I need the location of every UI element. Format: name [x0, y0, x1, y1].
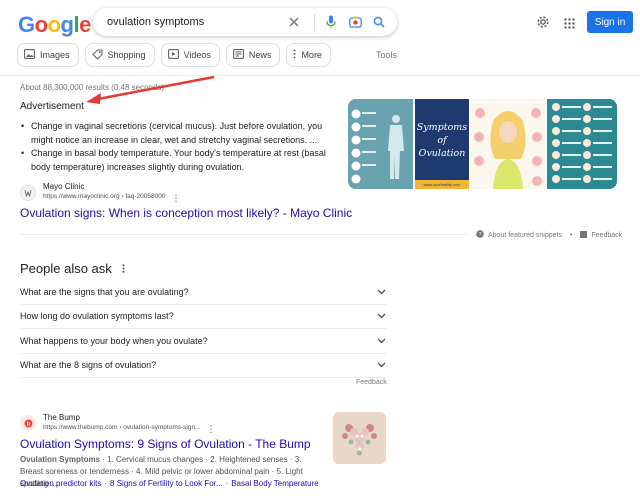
source-url: https://www.mayoclinic.org › faq-2005800…: [43, 193, 166, 200]
snippet-title-link[interactable]: Ovulation signs: When is conception most…: [20, 206, 352, 220]
camera-lens-icon[interactable]: [345, 12, 365, 32]
snippet-bullet: Change in basal body temperature. Your b…: [20, 147, 338, 174]
snippet-bullets: Change in vaginal secretions (cervical m…: [20, 120, 338, 174]
woman-illustration-image[interactable]: [471, 99, 545, 189]
result-stats: About 88,300,000 results (0.48 seconds): [20, 83, 165, 92]
chip-more[interactable]: More: [286, 43, 331, 67]
source-url: https://www.thebump.com › ovulation-symp…: [43, 424, 201, 431]
result-desc-keyword: Ovulation Symptoms: [20, 455, 101, 464]
logo-letter: o: [34, 12, 48, 37]
paa-question-text: What are the signs that you are ovulatin…: [20, 286, 189, 297]
chip-news[interactable]: News: [225, 43, 281, 67]
paa-list: What are the signs that you are ovulatin…: [20, 280, 386, 378]
help-icon: ?: [476, 230, 484, 240]
tag-icon: [91, 48, 103, 62]
search-box[interactable]: ovulation symptoms: [93, 8, 397, 36]
ovulation-infographic-image[interactable]: [348, 99, 413, 189]
sitelink[interactable]: Ovulation predictor kits: [20, 479, 101, 488]
sitelink-separator: ·: [104, 479, 108, 488]
chip-label: More: [301, 50, 322, 60]
news-icon: [232, 49, 244, 61]
snippet-heading: Advertisement: [20, 101, 84, 112]
sitelink[interactable]: Basal Body Temperature: [231, 479, 318, 488]
paa-question-text: What are the 8 signs of ovulation?: [20, 360, 157, 371]
snippet-divider: [20, 234, 467, 235]
sign-in-button[interactable]: Sign in: [587, 11, 633, 33]
logo-letter: e: [79, 12, 91, 37]
chevron-down-icon: [377, 360, 386, 370]
ovulation-signs-chart-image[interactable]: [547, 99, 617, 189]
chip-videos[interactable]: Videos: [160, 43, 220, 67]
chip-label: News: [248, 50, 272, 60]
paa-heading: People also ask: [20, 261, 125, 276]
snippet-feedback-link[interactable]: Feedback: [591, 232, 622, 239]
snippet-source[interactable]: Mayo Clinic https://www.mayoclinic.org ›…: [20, 182, 180, 204]
paa-question[interactable]: What happens to your body when you ovula…: [20, 329, 386, 354]
snippet-footer: ? About featured snippets • Feedback: [476, 230, 622, 240]
apps-grid-icon[interactable]: [564, 16, 575, 34]
chevron-down-icon: [377, 336, 386, 346]
feedback-flag-icon: [580, 230, 588, 240]
chevron-down-icon: [377, 311, 386, 321]
result-sitelinks: Ovulation predictor kits · 8 Signs of Fe…: [20, 479, 319, 488]
paa-title: People also ask: [20, 261, 112, 276]
google-logo[interactable]: Google: [18, 12, 91, 38]
chip-images[interactable]: Images: [17, 43, 79, 67]
result-thumbnail-image[interactable]: [333, 412, 386, 464]
search-input[interactable]: ovulation symptoms: [107, 16, 284, 28]
paa-question-text: What happens to your body when you ovula…: [20, 335, 208, 346]
more-options-icon[interactable]: ⋮: [171, 193, 180, 204]
symptoms-of-ovulation-image[interactable]: Symptoms of Ovulation www.lucefertility.…: [415, 99, 469, 189]
paa-feedback-link[interactable]: Feedback: [356, 379, 387, 386]
search-divider: [314, 14, 315, 30]
paa-question[interactable]: What are the signs that you are ovulatin…: [20, 280, 386, 305]
image-icon: [24, 49, 35, 61]
logo-letter: G: [18, 12, 35, 37]
clear-icon[interactable]: [284, 12, 304, 32]
chip-shopping[interactable]: Shopping: [84, 43, 155, 67]
header-divider: [0, 75, 640, 76]
image-caption-line: Ovulation: [418, 148, 466, 159]
more-options-icon[interactable]: ⋮: [207, 424, 216, 435]
image-caption-line: of: [437, 135, 447, 146]
source-name: Mayo Clinic: [43, 182, 85, 191]
play-icon: [167, 49, 179, 61]
about-snippets-link[interactable]: About featured snippets: [488, 232, 562, 239]
result-source[interactable]: b The Bump https://www.thebump.com › ovu…: [20, 413, 216, 435]
sitelink[interactable]: 8 Signs of Fertility to Look For...: [110, 479, 223, 488]
more-vert-icon: [293, 49, 296, 61]
chip-label: Images: [40, 50, 70, 60]
image-footer: www.lucefertility.com: [415, 180, 469, 189]
chip-label: Videos: [183, 50, 211, 60]
svg-text:?: ?: [478, 232, 481, 238]
microphone-icon[interactable]: [321, 12, 341, 32]
snippet-images[interactable]: Symptoms of Ovulation www.lucefertility.…: [348, 99, 617, 189]
search-icon[interactable]: [369, 12, 389, 32]
mayo-favicon-icon: [20, 185, 36, 201]
chip-label: Shopping: [107, 50, 146, 60]
paa-question-text: How long do ovulation symptoms last?: [20, 311, 174, 322]
tools-button[interactable]: Tools: [376, 50, 397, 60]
result-title-link[interactable]: Ovulation Symptoms: 9 Signs of Ovulation…: [20, 437, 311, 451]
paa-question[interactable]: How long do ovulation symptoms last?: [20, 305, 386, 329]
logo-letter: g: [60, 12, 74, 37]
snippet-bullet: Change in vaginal secretions (cervical m…: [20, 120, 338, 147]
paa-question[interactable]: What are the 8 signs of ovulation?: [20, 354, 386, 378]
more-options-icon[interactable]: [122, 261, 125, 276]
the-bump-favicon-icon: b: [20, 415, 36, 431]
search-filter-chips: Images Shopping Videos News More: [17, 43, 331, 67]
sitelink-separator: ·: [225, 479, 229, 488]
source-name: The Bump: [43, 413, 80, 422]
logo-letter: o: [47, 12, 61, 37]
settings-gear-icon[interactable]: [536, 15, 550, 34]
image-caption-line: Symptoms: [416, 122, 468, 133]
chevron-down-icon: [377, 287, 386, 297]
footer-separator: •: [569, 231, 573, 239]
